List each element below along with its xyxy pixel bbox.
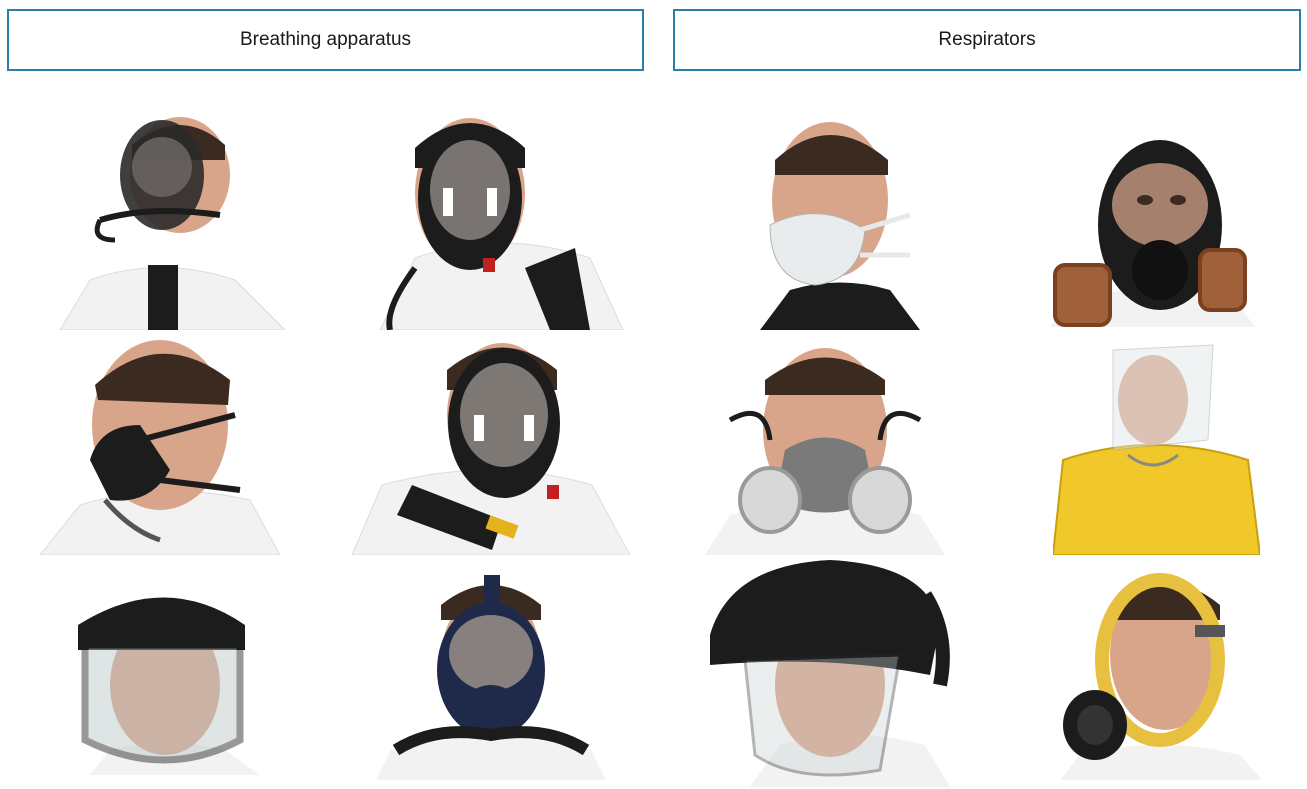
- respirators-header: Respirators: [673, 9, 1301, 71]
- full-face-mask-harness-icon: [375, 108, 625, 330]
- respirators-title: Respirators: [938, 29, 1036, 50]
- half-mask-airline-icon: [20, 330, 280, 555]
- powered-air-hood-icon: [710, 555, 953, 787]
- full-face-mask-hose-icon: [20, 105, 300, 330]
- escape-hood-yellow-suit-icon: [1053, 340, 1260, 555]
- full-face-mask-twin-filters-icon: [1050, 130, 1255, 327]
- face-shield-helmet-icon: [60, 575, 270, 775]
- breathing-apparatus-header: Breathing apparatus: [7, 9, 644, 71]
- full-face-mask-blue-icon: [376, 575, 606, 780]
- disposable-respirator-icon: [730, 105, 930, 330]
- full-face-mask-cylinder-icon: [352, 335, 630, 555]
- full-face-mask-yellow-icon: [1050, 565, 1262, 780]
- half-mask-twin-filters-icon: [705, 340, 945, 555]
- breathing-apparatus-title: Breathing apparatus: [239, 29, 412, 50]
